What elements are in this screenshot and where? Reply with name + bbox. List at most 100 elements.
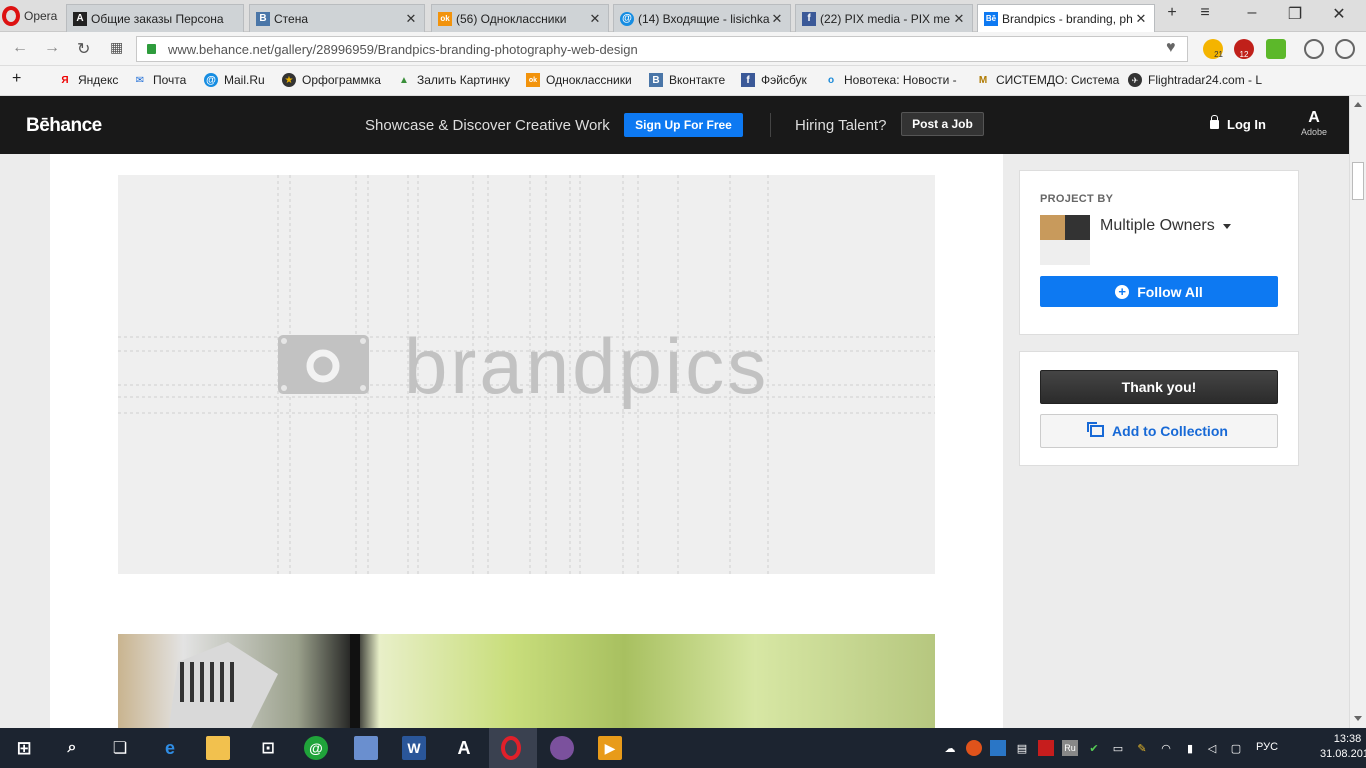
chevron-down-icon (1222, 223, 1231, 229)
bookmark-mailru[interactable]: @ Mail.Ru (204, 73, 265, 87)
agent-mailru-icon[interactable]: @ (304, 736, 328, 760)
project-actions-card: Thank you! Add to Collection (1019, 351, 1299, 466)
tray-display-icon[interactable]: ▭ (1110, 740, 1126, 756)
viber-icon[interactable] (550, 736, 574, 760)
bookmark-label: Фэйсбук (761, 73, 807, 87)
windows-taskbar: ⊞ ⌕ ❏ e ⊡ @ W A ▶ ☁ ▤ Ru ✔ ▭ ✎ ◠ ▮ ◁ ▢ Р… (0, 728, 1366, 768)
tab-close-icon[interactable]: ✕ (1134, 11, 1148, 27)
tray-network-app-icon[interactable] (990, 740, 1006, 756)
tray-keyboard-icon[interactable]: ▤ (1014, 740, 1030, 756)
add-bookmark-icon[interactable]: + (12, 70, 21, 88)
sistemdo-icon: M (978, 74, 988, 86)
tab-vk-wall[interactable]: B Стена ✕ (249, 4, 425, 32)
minimize-icon[interactable]: – (1237, 4, 1267, 22)
store-icon[interactable]: ⊡ (256, 736, 280, 760)
tray-shield-icon[interactable] (1038, 740, 1054, 756)
ok-icon: ok (526, 73, 540, 87)
search-icon[interactable]: ⌕ (60, 736, 84, 760)
tray-check-icon[interactable]: ✔ (1086, 740, 1102, 756)
speed-dial-icon[interactable]: ▦ (110, 39, 123, 56)
system-clock[interactable]: 13:38 31.08.2015 (1320, 732, 1366, 762)
tab-mail-inbox[interactable]: @ (14) Входящие - lisichka ✕ (613, 4, 791, 32)
tray-app-icon[interactable] (966, 740, 982, 756)
onedrive-icon[interactable]: ☁ (942, 740, 958, 756)
forward-icon[interactable]: → (44, 39, 60, 57)
tab-close-icon[interactable]: ✕ (588, 11, 602, 27)
novoteka-icon: o (827, 74, 835, 86)
font-app-icon[interactable]: A (452, 736, 476, 760)
tab-menu-icon[interactable]: ≡ (1190, 4, 1220, 22)
battery-icon[interactable]: ▮ (1182, 740, 1198, 756)
downloads-icon[interactable] (1304, 39, 1324, 59)
media-player-icon[interactable]: ▶ (598, 736, 622, 760)
notifications-icon[interactable]: ▢ (1228, 740, 1244, 756)
bookmark-label: Залить Картинку (417, 73, 510, 87)
file-explorer-icon[interactable] (206, 736, 230, 760)
volume-icon[interactable]: ◁ (1204, 740, 1220, 756)
project-image-photo (118, 634, 935, 728)
task-view-icon[interactable]: ❏ (108, 736, 132, 760)
bookmark-pochta[interactable]: ✉ Почта (133, 73, 187, 87)
bookmark-yandex[interactable]: Я Яндекс (58, 73, 118, 87)
bookmark-flightradar[interactable]: ✈ Flightradar24.com - L (1128, 73, 1262, 87)
scrollbar-thumb[interactable] (1352, 162, 1364, 200)
bookmark-odnoklassniki[interactable]: ok Одноклассники (526, 73, 632, 87)
page-scrollbar[interactable] (1349, 96, 1366, 728)
appreciate-button[interactable]: Thank you! (1040, 370, 1278, 404)
maximize-icon[interactable]: ❐ (1280, 4, 1310, 24)
account-icon[interactable] (1335, 39, 1355, 59)
wifi-icon[interactable]: ◠ (1158, 740, 1174, 756)
tab-close-icon[interactable]: ✕ (770, 11, 784, 27)
tab-title: (56) Одноклассники (456, 11, 567, 26)
edge-browser-icon[interactable]: e (158, 736, 182, 760)
behance-logo[interactable]: Bēhance (26, 115, 102, 137)
tab-close-icon[interactable]: ✕ (952, 11, 966, 27)
url-field[interactable]: www.behance.net/gallery/28996959/Brandpi… (136, 36, 1188, 62)
scroll-up-icon[interactable] (1354, 102, 1362, 107)
bookmark-sistemdo[interactable]: M СИСТЕМДО: Система (976, 73, 1120, 87)
bookmark-novoteka[interactable]: o Новотека: Новости - (824, 73, 957, 87)
tab-close-icon[interactable]: ✕ (404, 11, 418, 27)
tab-odnoklassniki[interactable]: ok (56) Одноклассники ✕ (431, 4, 609, 32)
signup-button[interactable]: Sign Up For Free (624, 113, 743, 137)
word-icon[interactable]: W (402, 736, 426, 760)
opera-menu-button[interactable]: Opera (0, 0, 64, 32)
tab-general-orders[interactable]: A Общие заказы Персона (66, 4, 244, 32)
tab-facebook-pix[interactable]: f (22) PIX media - PIX me ✕ (795, 4, 973, 32)
tab-favicon-icon: A (73, 11, 87, 26)
scroll-down-icon[interactable] (1354, 716, 1362, 721)
reload-icon[interactable]: ↻ (77, 39, 90, 59)
tray-tool-icon[interactable]: ✎ (1134, 740, 1150, 756)
calculator-icon[interactable] (354, 736, 378, 760)
star-icon: ★ (282, 73, 296, 87)
login-label: Log In (1227, 117, 1266, 132)
bookmark-heart-icon[interactable]: ♥ (1166, 39, 1176, 57)
tab-behance-brandpics[interactable]: Bē Brandpics - branding, ph ✕ (977, 4, 1155, 32)
weather-extension-icon[interactable]: 21 (1203, 39, 1223, 59)
bookmark-upload-image[interactable]: ▲ Залить Картинку (397, 73, 510, 87)
brandpics-wordmark: brandpics (404, 322, 769, 410)
post-job-button[interactable]: Post a Job (901, 112, 984, 136)
bookmark-vkontakte[interactable]: B Вконтакте (649, 73, 725, 87)
download-extension-icon[interactable] (1266, 39, 1286, 59)
opera-taskbar-icon[interactable] (501, 736, 521, 760)
behance-icon: Bē (984, 11, 998, 26)
lock-icon (1210, 115, 1219, 129)
owners-avatar[interactable] (1040, 215, 1090, 265)
bookmark-orfogrammka[interactable]: ★ Орфограммка (282, 73, 381, 87)
tray-lang-switch-icon[interactable]: Ru (1062, 740, 1078, 756)
bookmark-facebook[interactable]: f Фэйсбук (741, 73, 807, 87)
start-windows-icon[interactable]: ⊞ (12, 736, 36, 760)
login-link[interactable]: Log In (1210, 115, 1266, 132)
back-icon[interactable]: ← (12, 39, 28, 57)
mailru-icon: @ (620, 11, 634, 26)
add-to-collection-button[interactable]: Add to Collection (1040, 414, 1278, 448)
adobe-link[interactable]: A Adobe (1297, 109, 1331, 137)
adblock-extension-icon[interactable]: 12 (1234, 39, 1254, 59)
owners-dropdown[interactable]: Multiple Owners (1100, 217, 1231, 235)
new-tab-icon[interactable]: + (1157, 4, 1187, 22)
input-language[interactable]: РУС (1256, 741, 1278, 753)
close-window-icon[interactable]: ✕ (1324, 4, 1354, 24)
tab-title: (14) Входящие - lisichka (638, 11, 770, 26)
follow-all-button[interactable]: + Follow All (1040, 276, 1278, 307)
